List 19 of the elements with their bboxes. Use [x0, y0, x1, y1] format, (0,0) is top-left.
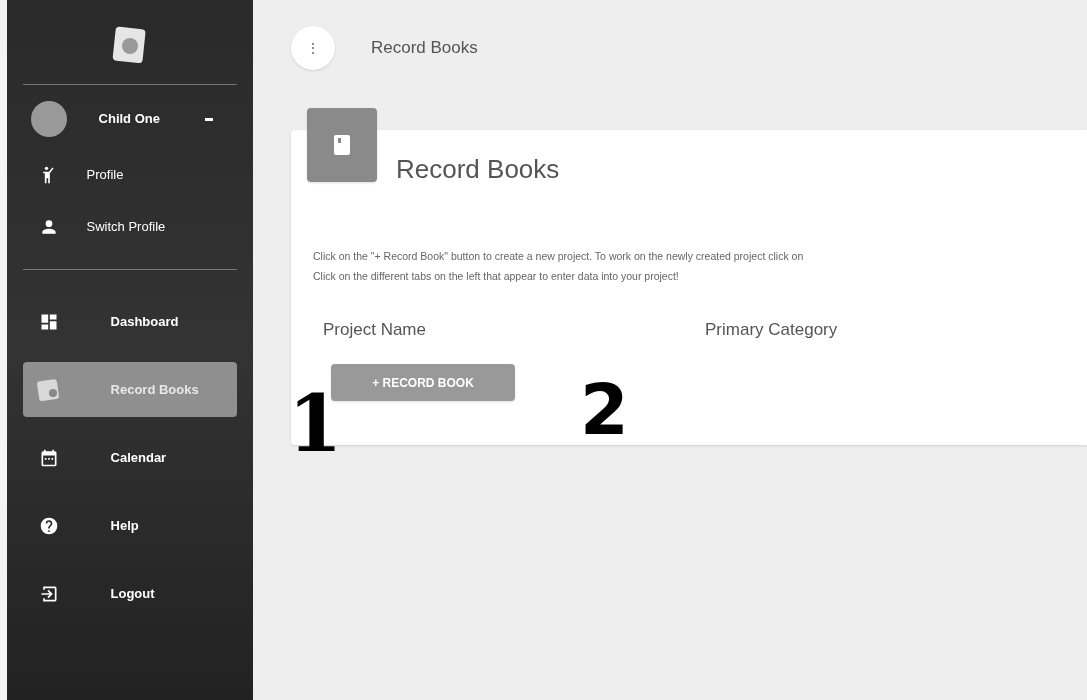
page-title: Record Books: [371, 36, 478, 59]
nav-item[interactable]: Help: [22, 498, 237, 553]
column-header: Primary Category: [705, 318, 839, 341]
nav-item[interactable]: Dashboard: [22, 294, 237, 349]
avatar: [30, 101, 67, 137]
column-header: Project Name: [323, 318, 427, 341]
book-icon: [334, 135, 350, 155]
handwritten-annotation: 2: [580, 375, 629, 445]
description-text: Click on the "+ Record Book" button to create a new project. To work on the newly created project click on: [313, 249, 805, 264]
description-text: Click on the different tabs on the left that appear to enter data into your project!: [313, 268, 680, 284]
caret-icon[interactable]: [205, 117, 213, 121]
menu-button[interactable]: ⋮: [291, 25, 335, 70]
user-name[interactable]: Child One: [98, 109, 205, 129]
nav-item[interactable]: Calendar: [22, 430, 237, 485]
profile-menu-item[interactable]: Switch Profile: [86, 217, 166, 237]
profile-menu-item[interactable]: Profile: [86, 165, 124, 185]
card-title: Record Books: [396, 153, 560, 186]
help-icon: [38, 515, 59, 536]
nav-item[interactable]: Logout: [22, 566, 237, 621]
